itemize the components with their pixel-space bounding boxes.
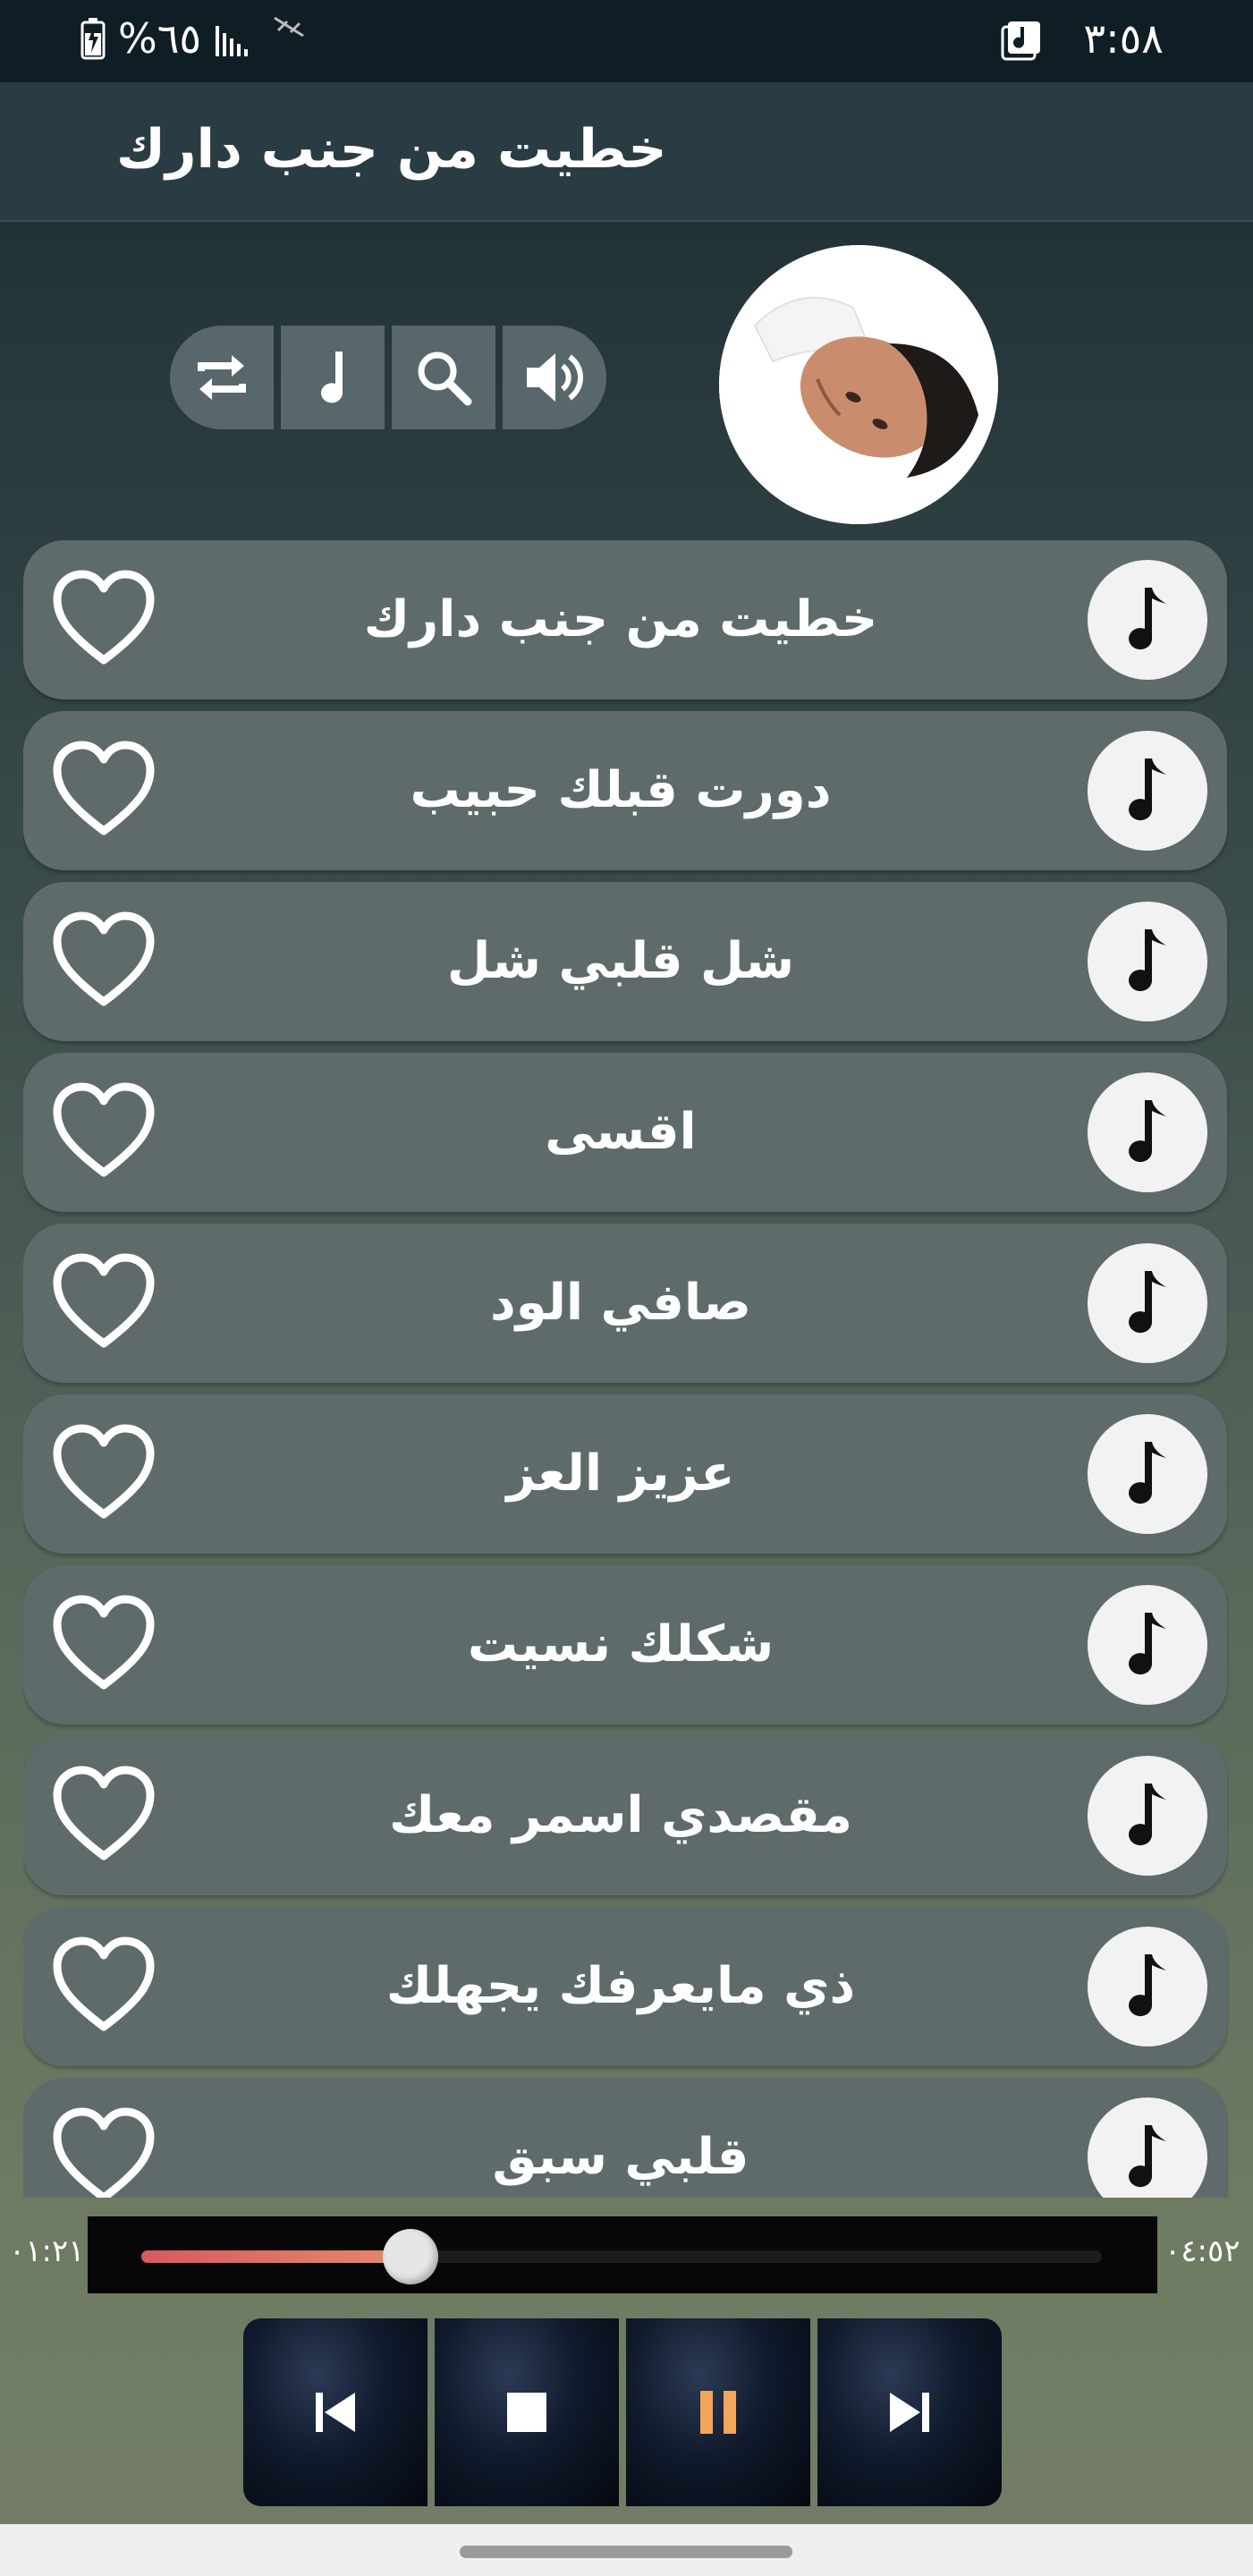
volume-button[interactable] [503, 326, 606, 429]
song-title: ذي مايعرفك يجهلك [385, 1957, 856, 2015]
song-row[interactable]: اقسى [23, 1053, 1227, 1212]
app-title: خطيت من جنب دارك [116, 118, 667, 181]
song-row[interactable]: ذي مايعرفك يجهلك [23, 1907, 1227, 2066]
song-row[interactable]: دورت قبلك حبيب [23, 711, 1227, 870]
search-button[interactable] [392, 326, 495, 429]
favorite-heart-icon[interactable] [50, 1421, 157, 1527]
song-row[interactable]: صافي الود [23, 1224, 1227, 1383]
song-row[interactable]: شل قلبي شل [23, 882, 1227, 1041]
music-note-icon [321, 352, 343, 403]
song-title: قلبي سبق [492, 2128, 749, 2186]
play-song-button[interactable] [1088, 1243, 1207, 1363]
song-title: مقصدي اسمر معك [389, 1786, 852, 1844]
seek-thumb[interactable] [382, 2229, 438, 2284]
stop-button[interactable] [435, 2318, 619, 2506]
favorite-heart-icon[interactable] [50, 1080, 157, 1185]
battery-percent: %٦٥ [118, 14, 202, 63]
play-song-button[interactable] [1088, 560, 1207, 680]
volume-icon [527, 353, 583, 402]
song-title: صافي الود [489, 1274, 752, 1332]
status-left: %٦٥ [80, 14, 307, 63]
total-duration: ٠٤:٥٢ [1164, 2233, 1240, 2269]
music-notification-icon [1001, 21, 1040, 61]
play-song-button[interactable] [1088, 902, 1207, 1021]
song-row[interactable]: شكلك نسيت [23, 1565, 1227, 1724]
next-icon [890, 2393, 929, 2432]
music-note-icon [1129, 1271, 1166, 1334]
play-song-button[interactable] [1088, 1585, 1207, 1705]
search-icon [418, 352, 472, 406]
music-note-icon [1129, 929, 1166, 992]
battery-charging-icon [80, 18, 106, 60]
clock: ٣:٥٨ [1083, 14, 1164, 63]
music-note-icon [1129, 2125, 1166, 2188]
song-title: دورت قبلك حبيب [410, 761, 832, 819]
play-song-button[interactable] [1088, 1756, 1207, 1876]
music-note-icon [1129, 588, 1166, 650]
no-sim-icon [274, 16, 304, 38]
song-title: شكلك نسيت [467, 1615, 775, 1674]
music-note-icon [1129, 1442, 1166, 1504]
player-controls [243, 2318, 1002, 2506]
play-song-button[interactable] [1088, 731, 1207, 851]
favorite-heart-icon[interactable] [50, 1592, 157, 1698]
favorite-heart-icon[interactable] [50, 1250, 157, 1356]
stop-icon [507, 2393, 546, 2432]
elapsed-time: ٠١:٢١ [9, 2233, 85, 2269]
song-title: اقسى [545, 1103, 697, 1161]
song-title: عزيز العز [506, 1445, 735, 1503]
play-song-button[interactable] [1088, 1927, 1207, 2046]
song-row[interactable]: مقصدي اسمر معك [23, 1736, 1227, 1895]
music-note-icon [1129, 758, 1166, 821]
music-note-icon [1129, 1954, 1166, 2017]
favorite-heart-icon[interactable] [50, 738, 157, 843]
song-row[interactable]: عزيز العز [23, 1394, 1227, 1554]
song-title: خطيت من جنب دارك [363, 590, 878, 648]
favorite-heart-icon[interactable] [50, 909, 157, 1014]
previous-icon [316, 2393, 355, 2432]
play-song-button[interactable] [1088, 2097, 1207, 2198]
repeat-button[interactable] [170, 326, 274, 429]
pause-icon [700, 2391, 736, 2434]
artist-avatar[interactable] [719, 245, 998, 524]
seek-track[interactable] [141, 2229, 1102, 2284]
song-row[interactable]: قلبي سبق [23, 2078, 1227, 2198]
favorite-heart-icon[interactable] [50, 1763, 157, 1868]
app-bar: خطيت من جنب دارك [0, 82, 1253, 222]
repeat-icon [198, 355, 246, 400]
control-bar [170, 326, 610, 429]
favorite-heart-icon[interactable] [50, 2105, 157, 2198]
signal-icon [216, 26, 249, 56]
play-song-button[interactable] [1088, 1072, 1207, 1192]
seek-bar[interactable] [88, 2216, 1157, 2293]
home-gesture-bar[interactable] [460, 2546, 792, 2558]
status-bar: %٦٥ ٣:٥٨ [0, 0, 1253, 82]
next-button[interactable] [817, 2318, 1002, 2506]
previous-button[interactable] [243, 2318, 428, 2506]
song-title: شل قلبي شل [446, 932, 795, 990]
pause-button[interactable] [626, 2318, 810, 2506]
song-list: خطيت من جنب دارك دورت قبلك حبيب شل قلبي شل… [23, 540, 1229, 2198]
favorite-heart-icon[interactable] [50, 1934, 157, 2039]
seek-progress [141, 2250, 411, 2263]
music-button[interactable] [281, 326, 385, 429]
music-note-icon [1129, 1784, 1166, 1846]
system-nav-bar [0, 2524, 1253, 2576]
artist-photo [719, 245, 998, 524]
music-note-icon [1129, 1613, 1166, 1675]
music-note-icon [1129, 1100, 1166, 1163]
favorite-heart-icon[interactable] [50, 567, 157, 673]
play-song-button[interactable] [1088, 1414, 1207, 1534]
song-row[interactable]: خطيت من جنب دارك [23, 540, 1227, 699]
